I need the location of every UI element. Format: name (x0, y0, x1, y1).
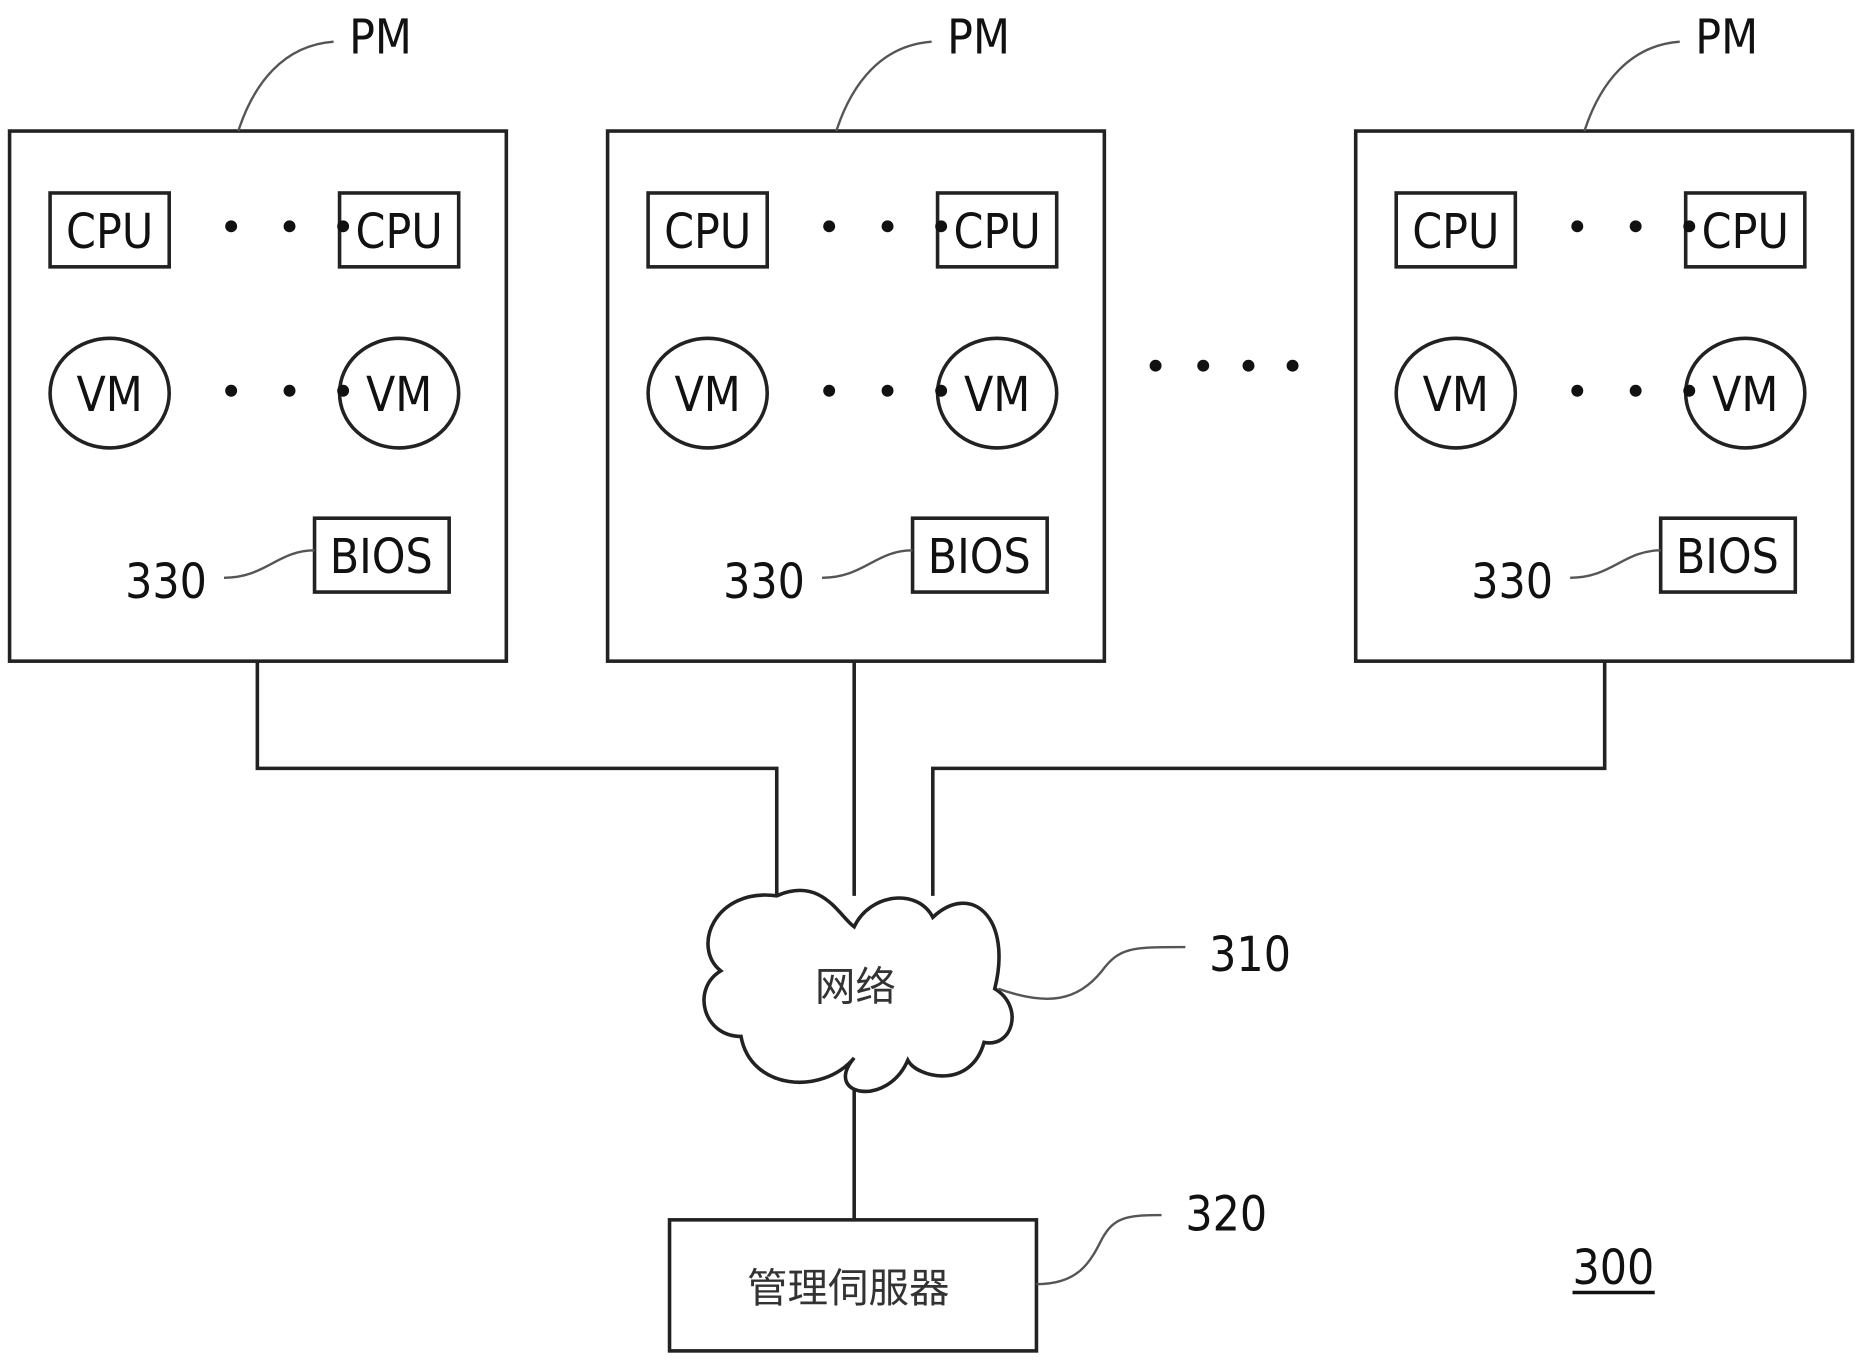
physical-machine: PM CPU CPU VM VM BIOS 330 (1353, 11, 1855, 663)
vm-ellipsis-dot (881, 384, 894, 397)
server-leader (1036, 1213, 1162, 1286)
link-pm3-network (931, 661, 1607, 896)
cpu-label: CPU (66, 205, 153, 260)
vm-ellipsis-dot (225, 384, 238, 397)
vm-label: VM (1423, 368, 1489, 423)
vm-label: VM (76, 368, 142, 423)
pm-label: PM (947, 11, 1010, 66)
pm-leader (835, 40, 932, 132)
cpu-label: CPU (954, 205, 1041, 260)
cpu-ellipsis-dot (225, 220, 238, 233)
pm-label: PM (349, 11, 412, 66)
cpu-ellipsis-dot (881, 220, 894, 233)
cpu-ellipsis-dot (1683, 220, 1696, 233)
vm-label: VM (675, 368, 741, 423)
pm-leader (1583, 40, 1680, 132)
bios-label: BIOS (330, 530, 433, 585)
pm-leader (237, 40, 334, 132)
network-leader (997, 945, 1186, 1000)
cpu-ellipsis-dot (337, 220, 350, 233)
server-ref: 320 (1185, 1188, 1267, 1243)
system-diagram: PMCPU CPUVM VMBIOS330PMCPU CPUVM VMBIOS330PM… (7, 11, 1855, 1353)
server-label: 管理伺服器 (747, 1264, 950, 1312)
bios-label: BIOS (928, 530, 1031, 585)
vm-ellipsis-dot (1683, 384, 1696, 397)
bios-label: BIOS (1676, 530, 1779, 585)
cpu-label: CPU (664, 205, 751, 260)
network-label: 网络 (815, 963, 896, 1011)
bios-ref: 330 (1471, 555, 1553, 610)
vm-ellipsis-dot (1571, 384, 1584, 397)
cpu-ellipsis-dot (1571, 220, 1584, 233)
vm-ellipsis-dot (935, 384, 948, 397)
physical-machine: PM CPU CPU VM VM BIOS 330 (605, 11, 1107, 663)
vm-ellipsis-dot (823, 384, 836, 397)
pm-label: PM (1695, 11, 1758, 66)
cpu-ellipsis-dot (1629, 220, 1642, 233)
vm-ellipsis-dot (1629, 384, 1642, 397)
cpu-ellipsis-dot (935, 220, 948, 233)
vm-label: VM (366, 368, 432, 423)
cpu-ellipsis-dot (823, 220, 836, 233)
vm-label: VM (964, 368, 1030, 423)
pm-ellipsis (1149, 359, 1299, 372)
vm-label: VM (1712, 368, 1778, 423)
bios-ref: 330 (723, 555, 805, 610)
cpu-ellipsis-dot (283, 220, 296, 233)
cpu-label: CPU (1702, 205, 1789, 260)
physical-machine: PM CPU CPU VM VM BIOS 330 (7, 11, 509, 663)
cpu-label: CPU (356, 205, 443, 260)
figure-number: 300 (1573, 1241, 1655, 1296)
cpu-label: CPU (1412, 205, 1499, 260)
vm-ellipsis-dot (337, 384, 350, 397)
link-pm1-network (255, 661, 779, 896)
network-ref: 310 (1209, 928, 1291, 983)
vm-ellipsis-dot (283, 384, 296, 397)
bios-ref: 330 (125, 555, 207, 610)
